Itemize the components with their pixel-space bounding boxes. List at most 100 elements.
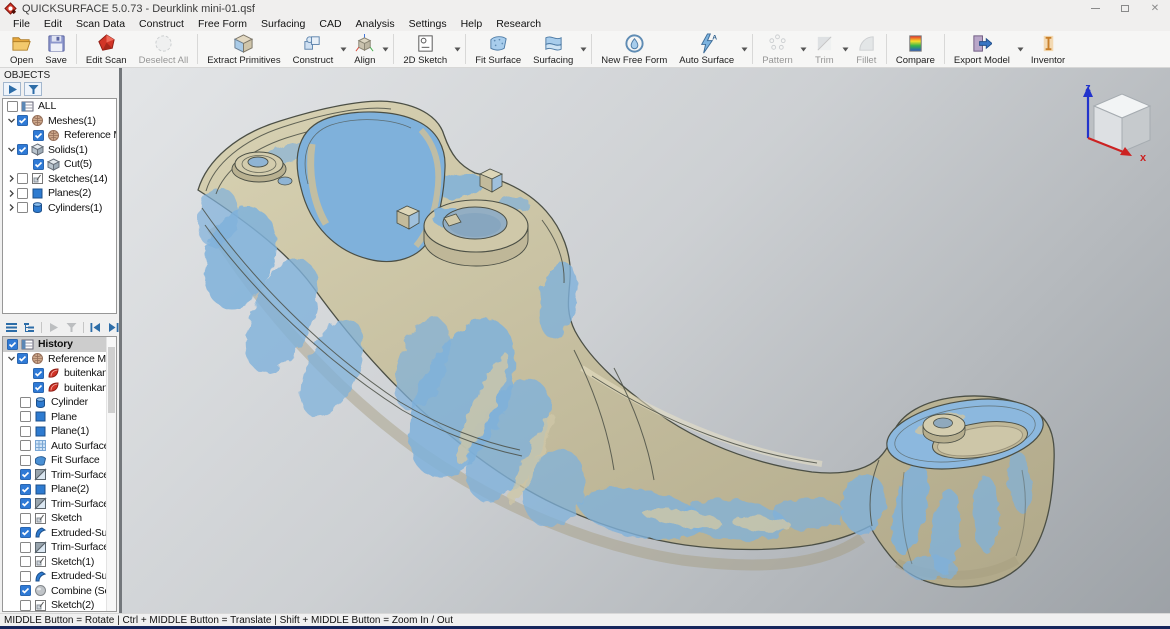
- history-row-plane[interactable]: Plane: [3, 410, 116, 425]
- maximize-button[interactable]: [1110, 0, 1140, 17]
- objects-row-meshes-1[interactable]: Meshes(1): [3, 114, 116, 129]
- close-button[interactable]: ✕: [1140, 0, 1170, 17]
- checkbox[interactable]: [17, 202, 28, 213]
- checkbox[interactable]: [20, 585, 31, 596]
- toolbar-dropdown-construct[interactable]: [339, 31, 348, 67]
- toolbar-button-export-model[interactable]: Export Model: [948, 31, 1016, 67]
- history-row-trim-surface-1-surfac[interactable]: Trim-Surface(1) (Surfac: [3, 497, 116, 512]
- objects-row-reference-mesh-t-62[interactable]: Reference Mesh (T: 62: [3, 128, 116, 143]
- checkbox[interactable]: [20, 484, 31, 495]
- objects-row-solids-1[interactable]: Solids(1): [3, 143, 116, 158]
- checkbox[interactable]: [17, 173, 28, 184]
- history-row-combine-solid-body[interactable]: Combine (Solid Body): [3, 584, 116, 599]
- toolbar-button-extract-primitives[interactable]: Extract Primitives: [201, 31, 286, 67]
- checkbox[interactable]: [20, 600, 31, 611]
- history-row-plane-1[interactable]: Plane(1): [3, 424, 116, 439]
- menu-item-free-form[interactable]: Free Form: [191, 18, 254, 30]
- objects-row-sketches-14[interactable]: Sketches(14): [3, 172, 116, 187]
- checkbox[interactable]: [17, 144, 28, 155]
- history-scrollbar[interactable]: [106, 337, 116, 611]
- menu-item-cad[interactable]: CAD: [312, 18, 348, 30]
- toolbar-button-compare[interactable]: Compare: [890, 31, 941, 67]
- expander-icon[interactable]: [7, 174, 17, 183]
- toolbar-dropdown-export-model[interactable]: [1016, 31, 1025, 67]
- checkbox[interactable]: [20, 498, 31, 509]
- objects-row-planes-2[interactable]: Planes(2): [3, 186, 116, 201]
- menu-item-help[interactable]: Help: [454, 18, 490, 30]
- toolbar-button-edit-scan[interactable]: Edit Scan: [80, 31, 133, 67]
- expander-icon[interactable]: [7, 189, 17, 198]
- checkbox[interactable]: [17, 188, 28, 199]
- history-row-sketch-2[interactable]: Sketch(2): [3, 598, 116, 612]
- menu-item-edit[interactable]: Edit: [37, 18, 69, 30]
- menu-item-construct[interactable]: Construct: [132, 18, 191, 30]
- expander-icon[interactable]: [7, 145, 17, 154]
- toolbar-button-inventor[interactable]: Inventor: [1025, 31, 1071, 67]
- history-row-plane-2[interactable]: Plane(2): [3, 482, 116, 497]
- objects-row-cut-5[interactable]: Cut(5): [3, 157, 116, 172]
- checkbox[interactable]: [20, 469, 31, 480]
- toolbar-button-save[interactable]: Save: [39, 31, 73, 67]
- history-row-reference-mesh[interactable]: Reference Mesh: [3, 352, 116, 367]
- scrollbar-thumb[interactable]: [108, 347, 115, 413]
- objects-row-all[interactable]: ALL: [3, 99, 116, 114]
- toolbar-button-align[interactable]: Align: [348, 31, 381, 67]
- toolbar-button-auto-surface[interactable]: AAuto Surface: [673, 31, 740, 67]
- checkbox[interactable]: [20, 527, 31, 538]
- minimize-button[interactable]: [1080, 0, 1110, 17]
- nav-cube[interactable]: z x: [1074, 80, 1158, 162]
- menu-item-settings[interactable]: Settings: [402, 18, 454, 30]
- checkbox[interactable]: [33, 368, 44, 379]
- objects-filter-button[interactable]: [24, 82, 42, 96]
- toolbar-dropdown-auto-surface[interactable]: [740, 31, 749, 67]
- menu-item-scan-data[interactable]: Scan Data: [69, 18, 132, 30]
- checkbox[interactable]: [17, 115, 28, 126]
- checkbox[interactable]: [33, 382, 44, 393]
- menu-item-research[interactable]: Research: [489, 18, 548, 30]
- checkbox[interactable]: [20, 440, 31, 451]
- viewport-3d[interactable]: z x: [122, 68, 1170, 613]
- toolbar-dropdown-2d-sketch[interactable]: [453, 31, 462, 67]
- history-row-buitenkant[interactable]: buitenkant: [3, 366, 116, 381]
- checkbox[interactable]: [20, 411, 31, 422]
- objects-row-cylinders-1[interactable]: Cylinders(1): [3, 201, 116, 216]
- checkbox[interactable]: [20, 556, 31, 567]
- history-row-auto-surface[interactable]: Auto Surface: [3, 439, 116, 454]
- toolbar-button-construct[interactable]: Construct: [287, 31, 340, 67]
- checkbox[interactable]: [20, 455, 31, 466]
- checkbox[interactable]: [17, 353, 28, 364]
- checkbox[interactable]: [20, 542, 31, 553]
- checkbox[interactable]: [20, 513, 31, 524]
- expander-icon[interactable]: [7, 354, 17, 363]
- door-handle-3d-model[interactable]: [122, 68, 1170, 613]
- history-row-trim-surface-2-solid-b[interactable]: Trim-Surface(2) (Solid B: [3, 540, 116, 555]
- checkbox[interactable]: [20, 426, 31, 437]
- history-row-trim-surface-surface-b[interactable]: Trim-Surface (Surface B: [3, 468, 116, 483]
- objects-apply-button[interactable]: [3, 82, 21, 96]
- expander-icon[interactable]: [7, 116, 17, 125]
- history-row-buitenkant2[interactable]: buitenkant2: [3, 381, 116, 396]
- menu-item-file[interactable]: File: [6, 18, 37, 30]
- history-row-cylinder[interactable]: Cylinder: [3, 395, 116, 410]
- history-row-history[interactable]: History: [3, 337, 116, 352]
- history-row-sketch-1[interactable]: Sketch(1): [3, 555, 116, 570]
- history-row-extruded-surface-solid[interactable]: Extruded-Surface (Solid: [3, 526, 116, 541]
- history-tree-view-button[interactable]: [21, 320, 38, 334]
- checkbox[interactable]: [20, 397, 31, 408]
- toolbar-dropdown-surfacing[interactable]: [579, 31, 588, 67]
- history-row-extruded-surface-1-s[interactable]: Extruded-Surface(1) (S: [3, 569, 116, 584]
- checkbox[interactable]: [7, 339, 18, 350]
- menu-item-surfacing[interactable]: Surfacing: [254, 18, 312, 30]
- expander-icon[interactable]: [7, 203, 17, 212]
- checkbox[interactable]: [7, 101, 18, 112]
- menu-item-analysis[interactable]: Analysis: [349, 18, 402, 30]
- checkbox[interactable]: [20, 571, 31, 582]
- toolbar-button-surfacing[interactable]: Surfacing: [527, 31, 579, 67]
- toolbar-button-fit-surface[interactable]: Fit Surface: [469, 31, 527, 67]
- toolbar-button-open[interactable]: Open: [4, 31, 39, 67]
- history-list-view-button[interactable]: [3, 320, 20, 334]
- history-row-fit-surface[interactable]: Fit Surface: [3, 453, 116, 468]
- toolbar-dropdown-align[interactable]: [381, 31, 390, 67]
- checkbox[interactable]: [33, 130, 44, 141]
- history-row-sketch[interactable]: Sketch: [3, 511, 116, 526]
